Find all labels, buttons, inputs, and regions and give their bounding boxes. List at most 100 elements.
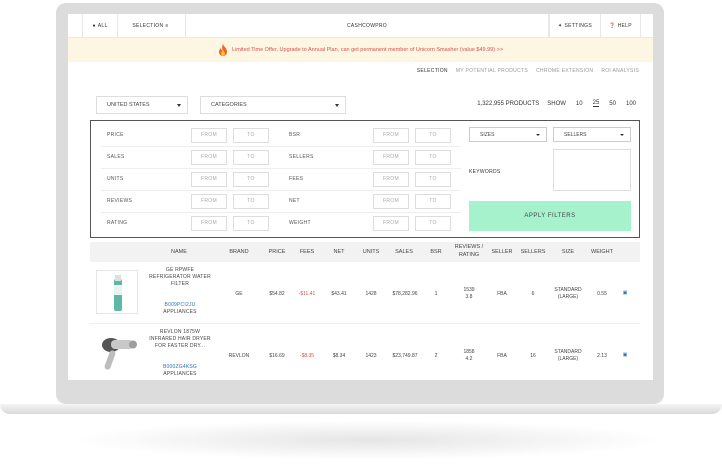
top-nav: ● ALL SELECTION ≡ CASHCOWPRO ✦ SETTINGS …	[68, 14, 653, 38]
question-icon: ❓	[609, 22, 616, 29]
col-reviews[interactable]: REVIEWS /	[450, 244, 488, 250]
rating-to-input[interactable]: TO	[233, 215, 269, 231]
weight-from-input[interactable]: FROM	[373, 215, 409, 231]
country-value: UNITED STATES	[107, 102, 150, 108]
bsr-from-input[interactable]: FROM	[373, 127, 409, 143]
filter-label-sales: SALES	[107, 154, 125, 160]
laptop-shadow	[70, 420, 670, 460]
price-to-input[interactable]: TO	[233, 127, 269, 143]
subnav-selection[interactable]: SELECTION	[417, 68, 448, 80]
product-image[interactable]	[96, 270, 138, 314]
chevron-down-icon	[536, 134, 540, 136]
divider	[101, 146, 461, 147]
col-price[interactable]: PRICE	[264, 249, 290, 255]
price-from-input[interactable]: FROM	[191, 127, 227, 143]
keywords-input[interactable]	[553, 149, 631, 191]
document-icon[interactable]: ▣	[618, 290, 632, 296]
cell-bsr: 1	[434, 291, 438, 297]
sales-to-input[interactable]: TO	[233, 149, 269, 165]
page-size-10[interactable]: 10	[576, 101, 583, 107]
hair-dryer-image	[102, 338, 137, 370]
nav-selection[interactable]: SELECTION ≡	[118, 14, 186, 38]
product-category: APPLIANCES	[163, 309, 197, 315]
col-size[interactable]: SIZE	[556, 249, 580, 255]
cell-size-line2: (LARGE)	[557, 294, 579, 300]
col-sales[interactable]: SALES	[390, 249, 418, 255]
product-asin[interactable]: B000ZG4KSG	[142, 364, 218, 371]
apply-filters-label: APPLY FILTERS	[524, 213, 576, 219]
col-brand[interactable]: BRAND	[224, 249, 254, 255]
page-size-50[interactable]: 50	[609, 101, 616, 107]
cell-seller: FBA	[497, 291, 507, 297]
cell-size-line2: (LARGE)	[557, 356, 579, 362]
wrench-icon: ✦	[558, 22, 563, 29]
cell-sellers: 16	[530, 353, 536, 359]
product-title-line2[interactable]: INFRARED HAIR DRYER	[142, 336, 218, 343]
table-row[interactable]: GE RPWFE REFRIGERATOR WATER FILTER B009P…	[90, 262, 640, 324]
fees-from-input[interactable]: FROM	[373, 171, 409, 187]
country-select[interactable]: UNITED STATES	[96, 96, 188, 114]
categories-select[interactable]: CATEGORIES	[200, 96, 346, 114]
product-title-line3[interactable]: FILTER	[142, 281, 218, 288]
units-to-input[interactable]: TO	[233, 171, 269, 187]
product-title-line1[interactable]: GE RPWFE	[142, 267, 218, 274]
subnav-my-potential-products[interactable]: MY POTENTIAL PRODUCTS	[456, 68, 528, 80]
cell-sales: $23,749.87	[392, 353, 418, 359]
product-title-line3[interactable]: FOR FASTER DRY...	[142, 343, 218, 350]
col-weight[interactable]: WEIGHT	[586, 249, 618, 255]
brand-title: CASHCOWPRO	[186, 14, 549, 38]
weight-to-input[interactable]: TO	[415, 215, 451, 231]
net-from-input[interactable]: FROM	[373, 193, 409, 209]
document-icon[interactable]: ▣	[618, 352, 632, 358]
sub-nav: SELECTION MY POTENTIAL PRODUCTS CHROME E…	[409, 68, 639, 80]
reviews-from-input[interactable]: FROM	[191, 193, 227, 209]
sellers-to-input[interactable]: TO	[415, 149, 451, 165]
subnav-chrome-extension[interactable]: CHROME EXTENSION	[536, 68, 593, 80]
cell-bsr: 2	[434, 353, 438, 359]
col-name[interactable]: NAME	[162, 249, 196, 255]
nav-settings[interactable]: ✦ SETTINGS	[549, 14, 601, 38]
apply-filters-button[interactable]: APPLY FILTERS	[469, 201, 631, 231]
col-units[interactable]: UNITS	[358, 249, 384, 255]
col-fees[interactable]: FEES	[296, 249, 318, 255]
col-net[interactable]: NET	[328, 249, 350, 255]
sellers-from-input[interactable]: FROM	[373, 149, 409, 165]
cell-price: $54.82	[269, 291, 285, 297]
cell-rating: 3.8	[465, 294, 473, 300]
sales-from-input[interactable]: FROM	[191, 149, 227, 165]
bsr-to-input[interactable]: TO	[415, 127, 451, 143]
nav-selection-label: SELECTION	[132, 22, 164, 29]
promo-banner[interactable]: Limited Time Offer, Upgrade to Annual Pl…	[68, 38, 653, 62]
filter-label-price: PRICE	[107, 132, 124, 138]
subnav-roi-analysis[interactable]: ROI ANALYSIS	[601, 68, 639, 80]
nav-all[interactable]: ● ALL	[82, 14, 118, 38]
fees-to-input[interactable]: TO	[415, 171, 451, 187]
sellers-select[interactable]: SELLERS	[553, 127, 631, 142]
page-size-25[interactable]: 25	[592, 100, 600, 107]
product-title-line2[interactable]: REFRIGERATOR WATER	[142, 274, 218, 281]
page-size-100[interactable]: 100	[626, 101, 636, 107]
units-from-input[interactable]: FROM	[191, 171, 227, 187]
product-title-line1[interactable]: REVLON 1875W	[142, 329, 218, 336]
rating-from-input[interactable]: FROM	[191, 215, 227, 231]
net-to-input[interactable]: TO	[415, 193, 451, 209]
filter-label-weight: WEIGHT	[289, 220, 311, 226]
col-seller[interactable]: SELLER	[488, 249, 516, 255]
col-bsr[interactable]: BSR	[426, 249, 446, 255]
product-image[interactable]	[96, 332, 138, 376]
col-rating[interactable]: RATING	[450, 252, 488, 258]
filter-label-bsr: BSR	[289, 132, 301, 138]
cell-rating: 4.2	[465, 356, 473, 362]
product-asin[interactable]: B009PCI2JU	[142, 302, 218, 309]
keywords-label: KEYWORDS	[469, 169, 501, 175]
cell-units: 1428	[365, 291, 377, 297]
product-category: APPLIANCES	[163, 371, 197, 377]
table-row[interactable]: REVLON 1875W INFRARED HAIR DRYER FOR FAS…	[90, 324, 640, 380]
sizes-select[interactable]: SIZES	[469, 127, 547, 142]
page-size-selector: 1,322,955 PRODUCTS SHOW 10 25 50 100	[477, 100, 636, 107]
col-sellers[interactable]: SELLERS	[518, 249, 548, 255]
nav-help[interactable]: ❓ HELP	[601, 14, 641, 38]
filter-label-net: NET	[289, 198, 300, 204]
cell-seller: FBA	[497, 353, 507, 359]
reviews-to-input[interactable]: TO	[233, 193, 269, 209]
